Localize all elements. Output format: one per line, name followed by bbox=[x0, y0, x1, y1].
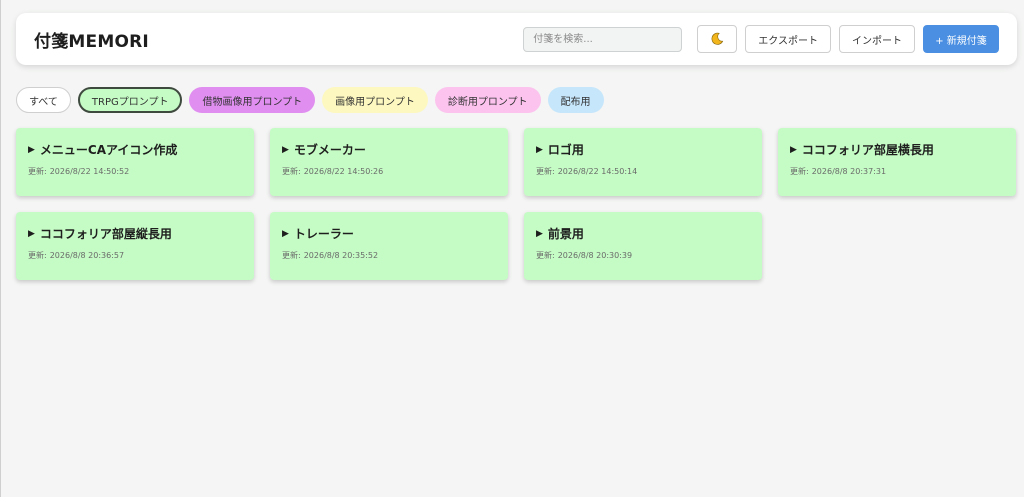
new-note-button[interactable]: + 新規付箋 bbox=[923, 25, 999, 53]
note-title: 前景用 bbox=[547, 227, 584, 241]
note-updated-time: 2026/8/8 20:37:31 bbox=[811, 167, 887, 176]
note-title-row: ▶ モブメーカー bbox=[282, 141, 496, 158]
note-updated-time: 2026/8/8 20:30:39 bbox=[557, 251, 633, 260]
export-button[interactable]: エクスポート bbox=[745, 25, 831, 53]
expand-arrow-icon: ▶ bbox=[790, 144, 797, 155]
note-title: ココフォリア部屋横長用 bbox=[801, 143, 934, 157]
note-updated: 更新: 2026/8/8 20:36:57 bbox=[28, 250, 242, 261]
expand-arrow-icon: ▶ bbox=[282, 228, 289, 239]
expand-arrow-icon: ▶ bbox=[28, 228, 35, 239]
theme-toggle-button[interactable] bbox=[697, 25, 738, 53]
note-title: ロゴ用 bbox=[547, 143, 584, 157]
search-input[interactable] bbox=[523, 26, 683, 52]
note-title-row: ▶ ココフォリア部屋縦長用 bbox=[28, 225, 242, 242]
tag-diagnosis-prompt[interactable]: 診断用プロンプト bbox=[434, 87, 541, 113]
note-title-row: ▶ ココフォリア部屋横長用 bbox=[790, 141, 1004, 158]
note-updated-label: 更新: bbox=[536, 167, 555, 176]
tag-distribution[interactable]: 配布用 bbox=[547, 87, 604, 113]
note-updated-time: 2026/8/22 14:50:14 bbox=[557, 167, 638, 176]
note-title-row: ▶ 前景用 bbox=[536, 225, 750, 242]
expand-arrow-icon: ▶ bbox=[28, 144, 35, 155]
note-card[interactable]: ▶ トレーラー 更新: 2026/8/8 20:35:52 bbox=[270, 212, 508, 280]
note-updated: 更新: 2026/8/8 20:37:31 bbox=[790, 166, 1004, 177]
note-updated: 更新: 2026/8/8 20:35:52 bbox=[282, 250, 496, 261]
note-title-row: ▶ トレーラー bbox=[282, 225, 496, 242]
note-updated-label: 更新: bbox=[536, 251, 555, 260]
header-bar: 付箋MEMORI エクスポート インポート + 新規付箋 bbox=[16, 13, 1017, 65]
note-card[interactable]: ▶ ロゴ用 更新: 2026/8/22 14:50:14 bbox=[524, 128, 762, 196]
note-updated: 更新: 2026/8/22 14:50:52 bbox=[28, 166, 242, 177]
tag-all[interactable]: すべて bbox=[16, 87, 71, 113]
note-card[interactable]: ▶ ココフォリア部屋縦長用 更新: 2026/8/8 20:36:57 bbox=[16, 212, 254, 280]
expand-arrow-icon: ▶ bbox=[282, 144, 289, 155]
tag-trpg-prompt[interactable]: TRPGプロンプト bbox=[77, 87, 183, 113]
note-title-row: ▶ メニューCAアイコン作成 bbox=[28, 141, 242, 158]
note-updated-time: 2026/8/8 20:36:57 bbox=[49, 251, 125, 260]
note-card[interactable]: ▶ メニューCAアイコン作成 更新: 2026/8/22 14:50:52 bbox=[16, 128, 254, 196]
app-window: 付箋MEMORI エクスポート インポート + 新規付箋 すべて TRPGプロン… bbox=[0, 0, 1024, 497]
app-title: 付箋MEMORI bbox=[34, 31, 149, 52]
note-updated-time: 2026/8/22 14:50:52 bbox=[49, 167, 130, 176]
note-title: メニューCAアイコン作成 bbox=[39, 143, 178, 157]
note-updated-label: 更新: bbox=[282, 167, 301, 176]
expand-arrow-icon: ▶ bbox=[536, 228, 543, 239]
note-card[interactable]: ▶ ココフォリア部屋横長用 更新: 2026/8/8 20:37:31 bbox=[778, 128, 1016, 196]
note-updated: 更新: 2026/8/8 20:30:39 bbox=[536, 250, 750, 261]
note-card[interactable]: ▶ 前景用 更新: 2026/8/8 20:30:39 bbox=[524, 212, 762, 280]
tag-filter-bar: すべて TRPGプロンプト 借物画像用プロンプト 画像用プロンプト 診断用プロン… bbox=[16, 87, 611, 113]
note-title: モブメーカー bbox=[293, 143, 366, 157]
note-grid: ▶ メニューCAアイコン作成 更新: 2026/8/22 14:50:52 ▶ モ… bbox=[16, 128, 1017, 280]
import-button[interactable]: インポート bbox=[839, 25, 915, 53]
tag-borrowed-image-prompt[interactable]: 借物画像用プロンプト bbox=[189, 87, 316, 113]
note-updated-label: 更新: bbox=[790, 167, 809, 176]
tag-image-prompt[interactable]: 画像用プロンプト bbox=[322, 87, 428, 113]
expand-arrow-icon: ▶ bbox=[536, 144, 543, 155]
note-updated: 更新: 2026/8/22 14:50:14 bbox=[536, 166, 750, 177]
note-title: トレーラー bbox=[293, 227, 354, 241]
moon-icon bbox=[711, 32, 724, 45]
note-updated-time: 2026/8/8 20:35:52 bbox=[303, 251, 379, 260]
note-updated-time: 2026/8/22 14:50:26 bbox=[303, 167, 384, 176]
note-updated-label: 更新: bbox=[28, 251, 47, 260]
note-updated: 更新: 2026/8/22 14:50:26 bbox=[282, 166, 496, 177]
note-updated-label: 更新: bbox=[28, 167, 47, 176]
note-title: ココフォリア部屋縦長用 bbox=[39, 227, 172, 241]
note-updated-label: 更新: bbox=[282, 251, 301, 260]
note-title-row: ▶ ロゴ用 bbox=[536, 141, 750, 158]
note-card[interactable]: ▶ モブメーカー 更新: 2026/8/22 14:50:26 bbox=[270, 128, 508, 196]
